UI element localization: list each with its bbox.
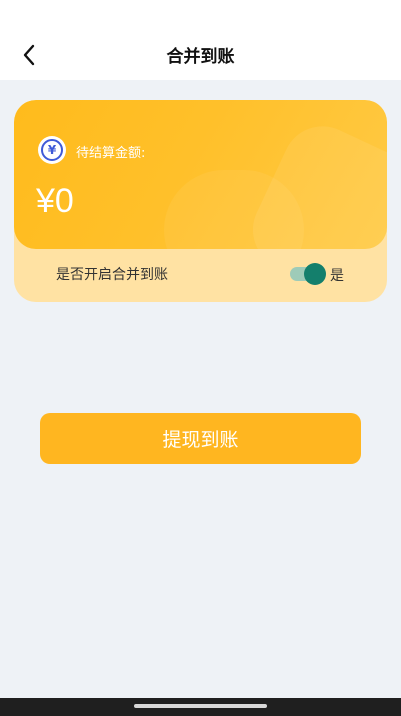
home-indicator[interactable] — [134, 704, 267, 708]
coin-symbol: ¥ — [41, 139, 63, 161]
toggle-thumb — [304, 263, 326, 285]
pending-amount-label: 待结算金额: — [76, 146, 146, 161]
merge-card: ¥ 待结算金额: ¥0 是否开启合并到账 是 — [14, 100, 387, 302]
pending-amount-value: ¥0 — [36, 182, 74, 220]
withdraw-button[interactable]: 提现到账 — [40, 413, 361, 464]
yuan-coin-icon: ¥ — [38, 136, 66, 164]
balance-panel: ¥ 待结算金额: ¥0 — [14, 100, 387, 249]
top-bar: 合并到账 — [0, 0, 401, 80]
merge-toggle[interactable] — [290, 262, 326, 285]
page-title: 合并到账 — [166, 47, 235, 67]
toggle-state-label: 是 — [330, 268, 344, 284]
merge-toggle-label: 是否开启合并到账 — [56, 267, 168, 283]
screen: 合并到账 ¥ 待结算金额: ¥0 是否开启合并到账 是 提现到账 — [0, 0, 401, 716]
